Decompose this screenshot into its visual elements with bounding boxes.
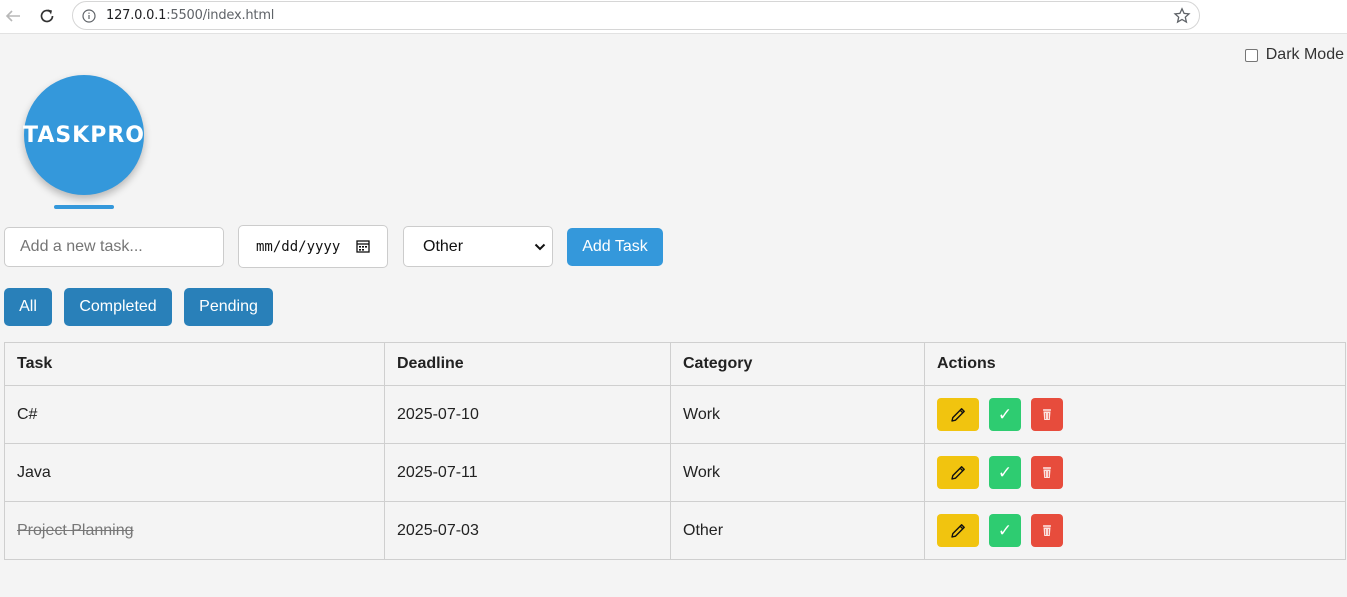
browser-toolbar: 127.0.0.1:5500/index.html bbox=[0, 0, 1347, 34]
add-task-button[interactable]: Add Task bbox=[567, 228, 663, 266]
pencil-icon bbox=[951, 465, 965, 480]
check-icon: ✓ bbox=[997, 520, 1013, 540]
header-actions: Actions bbox=[924, 342, 1346, 386]
logo-underline bbox=[54, 205, 114, 209]
filter-all-button[interactable]: All bbox=[4, 288, 52, 326]
dark-mode-label: Dark Mode bbox=[1265, 46, 1344, 63]
deadline-date-input[interactable]: mm/dd/yyyy bbox=[238, 225, 388, 268]
url-path: :5500/index.html bbox=[166, 8, 275, 23]
header-deadline: Deadline bbox=[384, 342, 671, 386]
logo: TASKPRO bbox=[23, 75, 145, 195]
complete-button[interactable]: ✓ bbox=[989, 398, 1021, 431]
bookmark-star-icon[interactable] bbox=[1172, 6, 1192, 26]
pencil-icon bbox=[951, 407, 965, 422]
category-cell: Other bbox=[670, 501, 925, 560]
delete-button[interactable] bbox=[1031, 398, 1063, 431]
actions-cell: ✓ bbox=[924, 501, 1346, 560]
task-input[interactable]: Add a new task... bbox=[4, 227, 224, 267]
task-cell: Java bbox=[4, 443, 385, 502]
table-row: C# 2025-07-10 Work ✓ bbox=[4, 385, 1346, 444]
filter-pending-button[interactable]: Pending bbox=[184, 288, 273, 326]
table-header-row: Task Deadline Category Actions bbox=[4, 342, 1346, 386]
date-placeholder: mm/dd/yyyy bbox=[256, 238, 341, 255]
header-task: Task bbox=[4, 342, 385, 386]
dark-mode-checkbox[interactable] bbox=[1244, 48, 1258, 62]
chevron-down-icon bbox=[534, 243, 546, 251]
check-icon: ✓ bbox=[997, 404, 1013, 424]
task-table: Task Deadline Category Actions C# 2025-0… bbox=[4, 342, 1346, 560]
actions-cell: ✓ bbox=[924, 443, 1346, 502]
deadline-cell: 2025-07-11 bbox=[384, 443, 671, 502]
task-name: Project Planning bbox=[17, 521, 134, 539]
check-icon: ✓ bbox=[997, 462, 1013, 482]
task-name: Java bbox=[17, 463, 51, 481]
site-info-icon[interactable] bbox=[81, 8, 97, 24]
address-bar[interactable]: 127.0.0.1:5500/index.html bbox=[72, 1, 1200, 30]
logo-text: TASKPRO bbox=[23, 122, 145, 148]
delete-button[interactable] bbox=[1031, 514, 1063, 547]
edit-button[interactable] bbox=[937, 514, 979, 547]
complete-button[interactable]: ✓ bbox=[989, 456, 1021, 489]
url-text: 127.0.0.1:5500/index.html bbox=[106, 8, 274, 23]
edit-button[interactable] bbox=[937, 398, 979, 431]
pencil-icon bbox=[951, 523, 965, 538]
calendar-icon[interactable] bbox=[356, 239, 370, 253]
dark-mode-toggle[interactable]: Dark Mode bbox=[1244, 46, 1344, 64]
category-selected-value: Other bbox=[423, 237, 464, 255]
task-cell: C# bbox=[4, 385, 385, 444]
task-input-placeholder: Add a new task... bbox=[20, 238, 143, 255]
task-name: C# bbox=[17, 405, 38, 423]
category-select[interactable]: Other bbox=[403, 226, 553, 267]
toolbar-extension-area bbox=[1216, 2, 1347, 28]
category-cell: Work bbox=[670, 443, 925, 502]
actions-cell: ✓ bbox=[924, 385, 1346, 444]
reload-icon bbox=[40, 9, 54, 23]
edit-button[interactable] bbox=[937, 456, 979, 489]
category-cell: Work bbox=[670, 385, 925, 444]
trash-icon bbox=[1043, 409, 1051, 420]
complete-button[interactable]: ✓ bbox=[989, 514, 1021, 547]
table-row: Java 2025-07-11 Work ✓ bbox=[4, 443, 1346, 502]
delete-button[interactable] bbox=[1031, 456, 1063, 489]
filter-completed-button[interactable]: Completed bbox=[64, 288, 172, 326]
deadline-cell: 2025-07-03 bbox=[384, 501, 671, 560]
trash-icon bbox=[1043, 467, 1051, 478]
deadline-cell: 2025-07-10 bbox=[384, 385, 671, 444]
url-host: 127.0.0.1 bbox=[106, 8, 167, 23]
reload-button[interactable] bbox=[36, 5, 58, 27]
trash-icon bbox=[1043, 525, 1051, 536]
header-category: Category bbox=[670, 342, 925, 386]
task-cell: Project Planning bbox=[4, 501, 385, 560]
back-button[interactable] bbox=[2, 5, 24, 27]
table-row: Project Planning 2025-07-03 Other ✓ bbox=[4, 501, 1346, 560]
back-arrow-icon bbox=[5, 10, 20, 22]
